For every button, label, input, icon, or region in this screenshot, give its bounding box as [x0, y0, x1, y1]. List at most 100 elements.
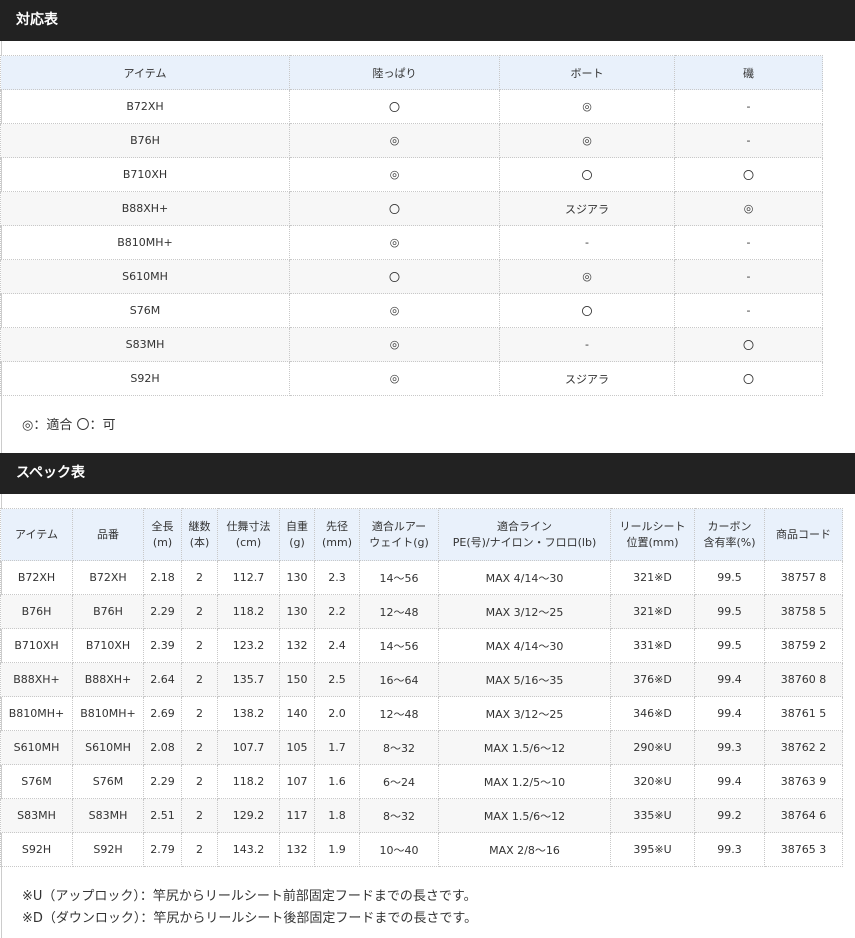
- table-cell: 132: [279, 628, 315, 663]
- table-cell: S83MH: [0, 327, 290, 362]
- table-row: S92H ◎ スジアラ〇: [0, 361, 823, 396]
- table-cell: 2.08: [143, 730, 182, 765]
- table-cell: S610MH: [72, 730, 144, 765]
- spec-header-cell: 継数 (本): [181, 508, 218, 561]
- table-cell: B88XH+: [0, 662, 73, 697]
- table-cell: B710XH: [0, 157, 290, 192]
- header-line: カーボン: [707, 519, 752, 533]
- table-cell: 2.69: [143, 696, 182, 731]
- table-cell: S83MH: [72, 798, 144, 833]
- table-cell: B72XH: [0, 560, 73, 595]
- spec-header-cell: リールシート 位置(mm): [610, 508, 695, 561]
- table-cell: ◎: [289, 157, 500, 192]
- table-row: S83MH ◎ - 〇: [0, 327, 823, 362]
- table-cell: 2.4: [314, 628, 360, 663]
- table-cell: 135.7: [217, 662, 280, 697]
- table-cell: 129.2: [217, 798, 280, 833]
- table-cell: B88XH+: [72, 662, 144, 697]
- table-cell: 38757 8: [764, 560, 843, 595]
- table-cell: MAX 1.5/6～12: [438, 798, 611, 833]
- table-cell: 290※U: [610, 730, 695, 765]
- table-cell: 2: [181, 628, 218, 663]
- table-cell: 395※U: [610, 832, 695, 867]
- header-line: (m): [152, 535, 173, 549]
- spec-header-row: アイテム 品番 全長 (m) 継数 (本) 仕舞寸法 (cm) 自重 (g) 先径 (mm) 適合ルアー…: [0, 508, 843, 561]
- table-cell: B88XH+: [0, 191, 290, 226]
- table-cell: -: [674, 259, 823, 294]
- table-cell: S610MH: [0, 730, 73, 765]
- table-cell: S92H: [0, 832, 73, 867]
- table-cell: MAX 1.5/6～12: [438, 730, 611, 765]
- table-row: B810MH+ B810MH+ 2.69 2 138.2 140 2.0 12～48 MAX 3…: [0, 696, 843, 731]
- table-row: B710XH ◎ 〇〇: [0, 157, 823, 192]
- spec-header-cell: 先径 (mm): [314, 508, 360, 561]
- table-cell: 138.2: [217, 696, 280, 731]
- spec-note-upLock: ※U（アップロック）：竿尻からリールシート前部固定フードまでの長さです。: [22, 889, 477, 904]
- table-cell: ◎: [674, 191, 823, 226]
- spec-header-cell: 適合ライン PE(号)/ナイロン・フロロ(lb): [438, 508, 611, 561]
- table-cell: 2: [181, 594, 218, 629]
- table-cell: 320※U: [610, 764, 695, 799]
- table-cell: 2.2: [314, 594, 360, 629]
- table-cell: 130: [279, 560, 315, 595]
- table-cell: 321※D: [610, 594, 695, 629]
- table-cell: 99.3: [694, 832, 765, 867]
- table-cell: 38762 2: [764, 730, 843, 765]
- table-cell: 99.4: [694, 764, 765, 799]
- header-line: 自重: [286, 519, 308, 533]
- table-cell: MAX 5/16～35: [438, 662, 611, 697]
- table-cell: 2: [181, 696, 218, 731]
- table-cell: 99.4: [694, 696, 765, 731]
- table-cell: B76H: [0, 123, 290, 158]
- table-cell: 130: [279, 594, 315, 629]
- table-cell: 38759 2: [764, 628, 843, 663]
- table-row: S610MH S610MH 2.08 2 107.7 105 1.7 8～32 MAX 1.5/…: [0, 730, 843, 765]
- table-cell: S76M: [0, 293, 290, 328]
- table-cell: 38758 5: [764, 594, 843, 629]
- table-cell: ◎: [499, 259, 675, 294]
- spec-header-cell: 全長 (m): [143, 508, 182, 561]
- table-cell: 8～32: [359, 730, 439, 765]
- table-cell: スジアラ: [499, 191, 675, 226]
- table-cell: スジアラ: [499, 361, 675, 396]
- compat-header-cell: ボート: [499, 55, 675, 90]
- table-cell: 105: [279, 730, 315, 765]
- header-line: 適合ルアー: [371, 519, 427, 533]
- table-cell: 99.5: [694, 628, 765, 663]
- header-line: 継数: [188, 519, 211, 533]
- table-cell: B710XH: [0, 628, 73, 663]
- table-row: S610MH 〇 ◎ -: [0, 259, 823, 294]
- table-cell: B810MH+: [0, 225, 290, 260]
- table-cell: 〇: [674, 157, 823, 192]
- compat-table: アイテム 陸っぱり ボート磯 B72XH 〇 ◎ - B76H ◎ ◎ - B710XH ◎ 〇〇 B88…: [0, 55, 823, 396]
- table-cell: 〇: [499, 293, 675, 328]
- header-line: 商品コード: [776, 527, 831, 541]
- table-cell: 99.5: [694, 594, 765, 629]
- table-row: B88XH+ 〇スジアラ ◎: [0, 191, 823, 226]
- table-cell: 14～56: [359, 560, 439, 595]
- table-cell: S83MH: [0, 798, 73, 833]
- table-cell: 2.3: [314, 560, 360, 595]
- table-cell: 〇: [289, 89, 500, 124]
- table-cell: 2.79: [143, 832, 182, 867]
- header-line: アイテム: [15, 527, 58, 541]
- table-cell: 1.8: [314, 798, 360, 833]
- table-cell: 99.3: [694, 730, 765, 765]
- table-cell: S610MH: [0, 259, 290, 294]
- table-cell: 112.7: [217, 560, 280, 595]
- spec-header-cell: 適合ルアーウェイト(g): [359, 508, 439, 561]
- table-cell: 38763 9: [764, 764, 843, 799]
- table-row: S83MH S83MH 2.51 2 129.2 117 1.8 8～32 MAX 1.5/6～…: [0, 798, 843, 833]
- table-cell: 〇: [499, 157, 675, 192]
- table-cell: 8～32: [359, 798, 439, 833]
- spec-note-downLock: ※D（ダウンロック）：竿尻からリールシート後部固定フードまでの長さです。: [22, 911, 478, 926]
- table-cell: ◎: [289, 293, 500, 328]
- table-row: B76H ◎ ◎ -: [0, 123, 823, 158]
- table-row: B810MH+ ◎ - -: [0, 225, 823, 260]
- table-cell: ◎: [289, 361, 500, 396]
- header-line: ウェイト(g): [369, 535, 429, 549]
- table-cell: ◎: [289, 225, 500, 260]
- table-row: B88XH+ B88XH+ 2.64 2 135.7 150 2.5 16～64 MAX 5/1…: [0, 662, 843, 697]
- header-line: PE(号)/ナイロン・フロロ(lb): [452, 535, 597, 549]
- compat-body: B72XH 〇 ◎ - B76H ◎ ◎ - B710XH ◎ 〇〇 B88XH+ 〇スジアラ ◎ B810…: [0, 89, 823, 396]
